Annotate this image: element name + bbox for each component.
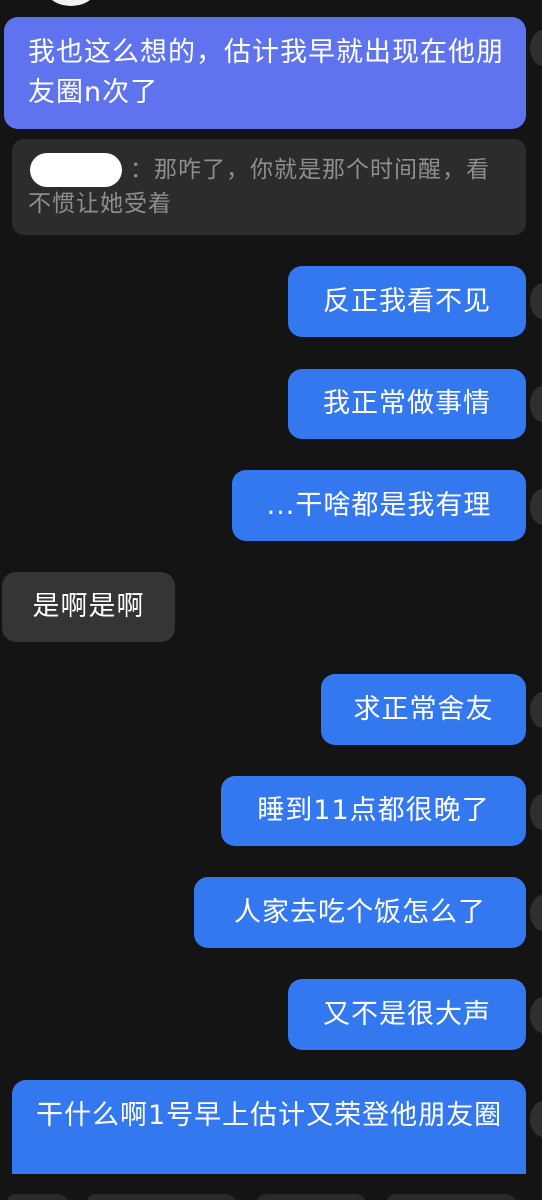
avatar[interactable] xyxy=(530,386,542,422)
message-text: 反正我看不见 xyxy=(323,285,491,317)
message-text: 我也这么想的，估计我早就出现在他朋友圈n次了 xyxy=(28,37,504,108)
avatar[interactable] xyxy=(530,30,542,66)
redacted-name xyxy=(30,153,122,187)
message-text: 人家去吃个饭怎么了 xyxy=(234,896,486,928)
avatar[interactable] xyxy=(530,895,542,931)
message-text: ...干啥都是我有理 xyxy=(266,489,492,521)
message-text: 干什么啊1号早上估计又荣登他朋友圈 xyxy=(36,1100,503,1131)
message-bubble-sent[interactable]: 反正我看不见 xyxy=(288,266,526,337)
chat-screen: 我也这么想的，估计我早就出现在他朋友圈n次了 ：那咋了，你就是那个时间醒，看不惯… xyxy=(0,0,542,1200)
avatar[interactable] xyxy=(530,283,542,319)
avatar[interactable] xyxy=(530,794,542,830)
bottom-tab[interactable] xyxy=(386,1194,516,1200)
message-bubble-sent[interactable]: 干什么啊1号早上估计又荣登他朋友圈 xyxy=(12,1080,526,1174)
message-text: 求正常舍友 xyxy=(353,693,494,725)
message-text: 是啊是啊 xyxy=(32,591,145,622)
avatar[interactable] xyxy=(530,692,542,728)
bottom-tab[interactable] xyxy=(86,1194,236,1200)
quoted-message[interactable]: ：那咋了，你就是那个时间醒，看不惯让她受着 xyxy=(12,139,526,235)
avatar[interactable] xyxy=(530,997,542,1033)
bottom-tab[interactable] xyxy=(6,1194,68,1200)
message-bubble-sent[interactable]: 人家去吃个饭怎么了 xyxy=(194,877,526,948)
message-text: 又不是很大声 xyxy=(323,998,491,1030)
message-bubble-sent[interactable]: ...干啥都是我有理 xyxy=(232,470,526,541)
message-text: 睡到11点都很晚了 xyxy=(257,795,490,826)
message-bubble-sent[interactable]: 求正常舍友 xyxy=(321,674,526,745)
avatar[interactable] xyxy=(48,0,94,6)
message-bubble-sent[interactable]: 睡到11点都很晚了 xyxy=(221,776,526,846)
message-bubble-sent[interactable]: 我也这么想的，估计我早就出现在他朋友圈n次了 xyxy=(4,17,526,129)
message-bubble-sent[interactable]: 又不是很大声 xyxy=(288,979,526,1050)
avatar[interactable] xyxy=(530,489,542,525)
message-text: 我正常做事情 xyxy=(323,388,491,419)
bottom-tab[interactable] xyxy=(256,1194,366,1200)
message-bubble-sent[interactable]: 我正常做事情 xyxy=(288,369,526,439)
message-bubble-received[interactable]: 是啊是啊 xyxy=(2,572,175,642)
avatar[interactable] xyxy=(530,1101,542,1137)
bottom-bar xyxy=(0,1188,542,1200)
